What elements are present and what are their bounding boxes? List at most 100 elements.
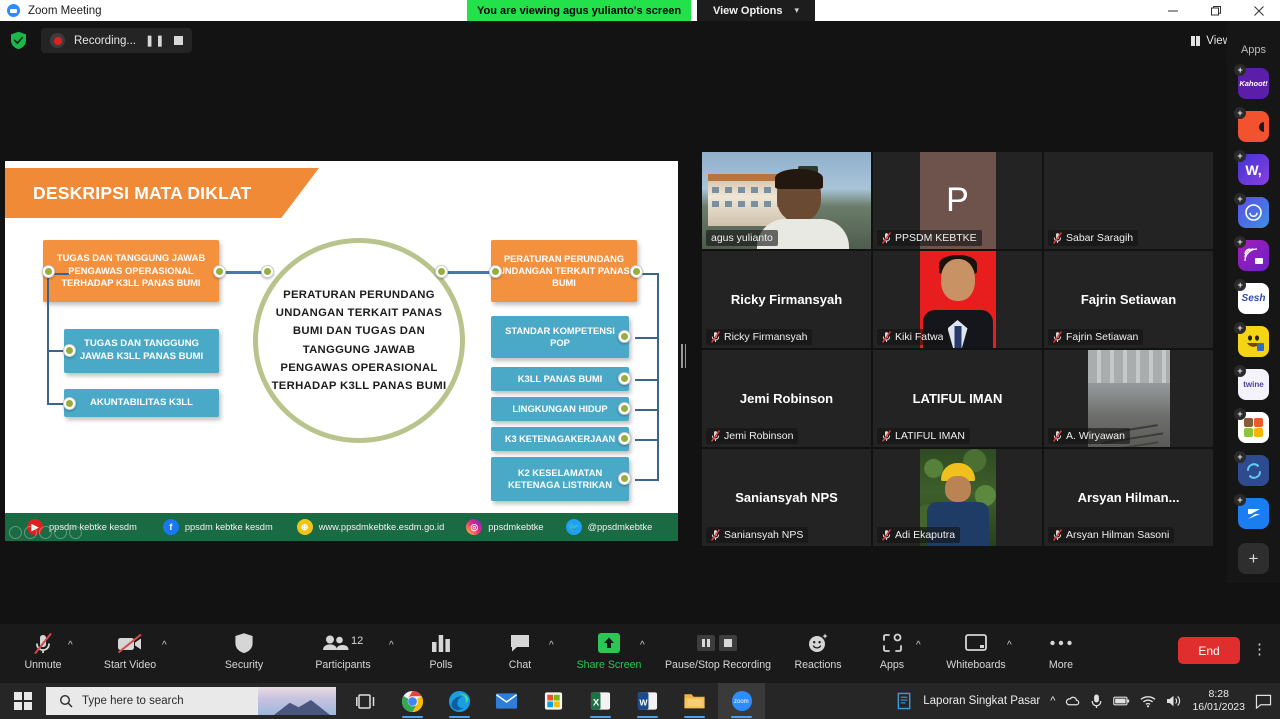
maximize-button[interactable]	[1194, 0, 1237, 21]
recording-indicator[interactable]: Recording... ❚❚	[41, 28, 193, 53]
participant-tile-sabar-saragih[interactable]: Sabar Saragih	[1044, 152, 1213, 249]
app-icon-warpwire[interactable]: +	[1234, 236, 1269, 271]
slide-node-right-3[interactable]: LINGKUNGAN HIDUP	[491, 397, 629, 421]
start-button[interactable]	[0, 683, 46, 719]
whiteboards-options-chevron-icon[interactable]: ^	[1007, 640, 1012, 651]
participants-options-chevron-icon[interactable]: ^	[389, 640, 394, 651]
apps-button[interactable]: Apps	[870, 630, 914, 678]
plus-icon[interactable]: +	[1234, 322, 1246, 334]
clock[interactable]: 8:28 16/01/2023	[1192, 688, 1245, 714]
app-icon-smiley-video[interactable]: +	[1234, 193, 1269, 228]
stop-recording-icon[interactable]	[174, 36, 184, 45]
app-icon-e-app[interactable]: +	[1234, 494, 1269, 529]
slide-nav-controls[interactable]	[9, 526, 82, 539]
chrome-icon[interactable]	[389, 683, 436, 719]
pause-recording-icon[interactable]: ❚❚	[145, 34, 165, 47]
zoom-icon[interactable]: zoom	[718, 683, 765, 719]
start-video-button[interactable]: Start Video	[99, 630, 161, 678]
audio-options-chevron-icon[interactable]: ^	[68, 640, 73, 651]
wifi-icon[interactable]	[1140, 695, 1156, 708]
plus-icon[interactable]: +	[1234, 408, 1246, 420]
end-meeting-button[interactable]: End	[1178, 637, 1240, 664]
pause-stop-recording-button[interactable]: Pause/Stop Recording	[655, 630, 781, 678]
connector-right-3	[635, 409, 659, 411]
add-app-button[interactable]: +	[1238, 543, 1269, 574]
plus-icon[interactable]: +	[1234, 107, 1246, 119]
participant-tile-fajrin-setiawan[interactable]: Fajrin Setiawan Fajrin Setiawan	[1044, 251, 1213, 348]
plus-icon[interactable]: +	[1234, 279, 1246, 291]
more-button[interactable]: More	[1035, 630, 1087, 678]
shared-screen-slide[interactable]: DESKRIPSI MATA DIKLAT PERATURAN PERUNDAN…	[5, 161, 678, 541]
plus-icon[interactable]: +	[1234, 365, 1246, 377]
slide-node-right-4[interactable]: K3 KETENAGAKERJAAN	[491, 427, 629, 451]
plus-icon[interactable]: +	[1234, 494, 1246, 506]
view-options-button[interactable]: View Options ▾	[697, 0, 815, 21]
encryption-shield-icon[interactable]	[10, 31, 27, 50]
app-icon-sync-app[interactable]: +	[1234, 451, 1269, 486]
participant-tile-kiki-fatwa[interactable]: Kiki Fatwa	[873, 251, 1042, 348]
slide-node-right-5[interactable]: K2 KESELAMATAN KETENAGA LISTRIKAN	[491, 457, 629, 501]
apps-options-chevron-icon[interactable]: ^	[916, 640, 921, 651]
chat-options-chevron-icon[interactable]: ^	[549, 640, 554, 651]
mail-icon[interactable]	[483, 683, 530, 719]
plus-icon[interactable]: +	[1234, 451, 1246, 463]
participant-tile-agus-yulianto[interactable]: agus yulianto	[702, 152, 871, 249]
app-icon-wordly[interactable]: + W,	[1234, 150, 1269, 185]
minimize-button[interactable]	[1151, 0, 1194, 21]
excel-icon[interactable]: X	[577, 683, 624, 719]
plus-icon[interactable]: +	[1234, 236, 1246, 248]
participant-tile-saniansyah-nps[interactable]: Saniansyah NPS Saniansyah NPS	[702, 449, 871, 546]
security-button[interactable]: Security	[215, 630, 273, 678]
task-view-icon[interactable]	[342, 683, 389, 719]
app-icon-puzzle-app[interactable]: +	[1234, 107, 1269, 142]
slide-node-right-1[interactable]: STANDAR KOMPETENSI POP	[491, 316, 629, 358]
participant-tile-ricky-firmansyah[interactable]: Ricky Firmansyah Ricky Firmansyah	[702, 251, 871, 348]
participant-tile-ppsdm-kebtke[interactable]: P PPSDM KEBTKE	[873, 152, 1042, 249]
participants-button[interactable]: 12 Participants	[306, 630, 380, 678]
reactions-button[interactable]: Reactions	[789, 630, 847, 678]
chat-button[interactable]: Chat	[498, 630, 542, 678]
mic-off-icon	[882, 232, 891, 244]
app-icon-twine[interactable]: + twine	[1234, 365, 1269, 400]
store-icon[interactable]	[530, 683, 577, 719]
volume-icon[interactable]	[1166, 694, 1182, 708]
participant-tile-latiful-iman[interactable]: LATIFUL IMAN LATIFUL IMAN	[873, 350, 1042, 447]
slide-node-right-2[interactable]: K3LL PANAS BUMI	[491, 367, 629, 391]
whiteboards-button[interactable]: Whiteboards	[938, 630, 1014, 678]
participant-tile-a-wiryawan[interactable]: A. Wiryawan	[1044, 350, 1213, 447]
unmute-button[interactable]: Unmute	[20, 630, 66, 678]
file-explorer-icon[interactable]	[671, 683, 718, 719]
slide-node-left-2[interactable]: AKUNTABILITAS K3LL	[64, 389, 219, 417]
tray-expand-chevron-icon[interactable]: ^	[1050, 695, 1055, 707]
search-input[interactable]: Type here to search	[46, 687, 336, 715]
battery-icon[interactable]	[1113, 695, 1130, 707]
plus-icon[interactable]: +	[1234, 64, 1246, 76]
onedrive-icon[interactable]	[1065, 694, 1080, 709]
share-options-chevron-icon[interactable]: ^	[640, 640, 645, 651]
app-icon-funny-face[interactable]: +	[1234, 322, 1269, 357]
tray-document-label[interactable]: Laporan Singkat Pasar	[923, 695, 1040, 707]
toolbar-overflow-icon[interactable]: ⋮	[1252, 642, 1267, 657]
word-icon[interactable]: W	[624, 683, 671, 719]
panel-resize-handle[interactable]	[680, 340, 687, 372]
participant-name: PPSDM KEBTKE	[895, 232, 977, 244]
participant-tile-arsyan-hilman-sasoni[interactable]: Arsyan Hilman... Arsyan Hilman Sasoni	[1044, 449, 1213, 546]
slide-node-left-0[interactable]: TUGAS DAN TANGGUNG JAWAB PENGAWAS OPERAS…	[43, 240, 219, 302]
plus-icon[interactable]: +	[1234, 150, 1246, 162]
app-icon-color-grid[interactable]: +	[1234, 408, 1269, 443]
slide-node-left-1[interactable]: TUGAS DAN TANGGUNG JAWAB K3LL PANAS BUMI	[64, 329, 219, 373]
plus-icon[interactable]: +	[1234, 193, 1246, 205]
microphone-icon[interactable]	[1090, 693, 1103, 709]
share-screen-button[interactable]: Share Screen	[572, 630, 646, 678]
app-icon-kahoot[interactable]: + Kahoot!	[1234, 64, 1269, 99]
slide-node-right-0[interactable]: PERATURAN PERUNDANG UNDANGAN TERKAIT PAN…	[491, 240, 637, 302]
polls-button[interactable]: Polls	[418, 630, 464, 678]
participant-tile-adi-ekaputra[interactable]: Adi Ekaputra	[873, 449, 1042, 546]
participant-tile-jemi-robinson[interactable]: Jemi Robinson Jemi Robinson	[702, 350, 871, 447]
video-options-chevron-icon[interactable]: ^	[162, 640, 167, 651]
document-icon[interactable]	[896, 692, 913, 710]
action-center-icon[interactable]	[1255, 694, 1272, 709]
app-icon-sesh[interactable]: + Sesh	[1234, 279, 1269, 314]
close-button[interactable]	[1237, 0, 1280, 21]
edge-icon[interactable]	[436, 683, 483, 719]
